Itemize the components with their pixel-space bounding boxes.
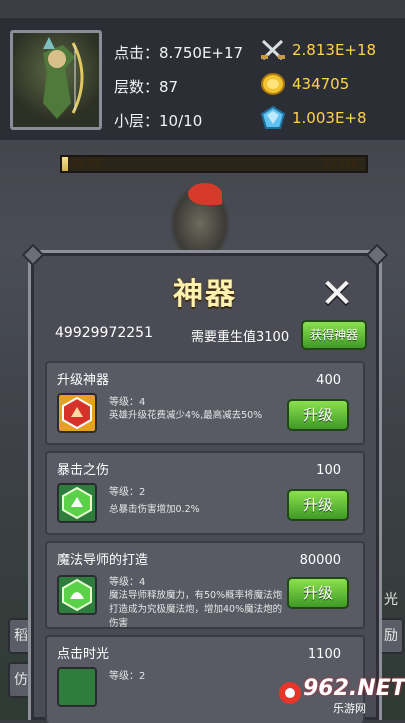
upgrade-button[interactable]: 升级 bbox=[287, 399, 349, 431]
card-cost: 1100 bbox=[307, 647, 341, 662]
archer-hero-icon bbox=[43, 37, 84, 119]
crossed-swords-icon bbox=[261, 39, 285, 61]
corner-ornament bbox=[365, 243, 389, 267]
watermark-text: 962.NET bbox=[303, 676, 405, 701]
layer-label: 层数： bbox=[114, 78, 160, 96]
upgrade-button[interactable]: 升级 bbox=[287, 489, 349, 521]
sublayer-stat: 小层：10/10 bbox=[114, 110, 202, 131]
card-cost: 400 bbox=[316, 373, 341, 388]
layer-value: 87 bbox=[159, 78, 179, 96]
close-icon[interactable]: ✕ bbox=[319, 274, 355, 314]
gold-resource: 434705 bbox=[260, 72, 349, 96]
get-artifact-button[interactable]: 获得神器 bbox=[301, 320, 367, 350]
upgrade-button[interactable]: 升级 bbox=[287, 577, 349, 609]
rebirth-points: 49929972251 bbox=[55, 325, 153, 341]
sublayer-value: 10/10 bbox=[159, 112, 203, 130]
artifact-card: 魔法导师的打造 80000 等级：4 魔法导师释放魔力，有50%概率将魔法炮打造… bbox=[45, 541, 365, 629]
click-time-icon bbox=[57, 667, 97, 707]
boss-progress-fill bbox=[62, 157, 69, 171]
artifact-dialog: 神器 ✕ 49929972251 需要重生值3100 获得神器 升级神器 400… bbox=[21, 243, 389, 723]
layer-stat: 层数：87 bbox=[114, 76, 178, 97]
card-title: 点击时光 bbox=[57, 647, 110, 662]
watermark-logo-icon bbox=[279, 682, 301, 704]
card-cost: 80000 bbox=[299, 553, 341, 568]
click-damage-stat: 点击：8.750E+17 bbox=[114, 42, 243, 63]
card-title: 魔法导师的打造 bbox=[57, 553, 149, 568]
gold-value: 434705 bbox=[292, 75, 350, 93]
card-description: 魔法导师释放魔力，有50%概率将魔法炮打造成为究极魔法炮，增加40%魔法炮的伤害 bbox=[109, 590, 283, 629]
hero-portrait[interactable] bbox=[10, 30, 102, 130]
upgrade-artifact-icon bbox=[57, 393, 97, 433]
attack-value: 2.813E+18 bbox=[292, 41, 377, 59]
card-description: 总暴击伤害增加0.2% bbox=[109, 504, 200, 515]
card-level: 等级：4 bbox=[109, 397, 146, 408]
critical-strike-icon bbox=[57, 483, 97, 523]
click-label: 点击： bbox=[114, 44, 160, 62]
corner-ornament bbox=[21, 243, 45, 267]
magic-forge-icon bbox=[57, 575, 97, 615]
knight-plume-icon bbox=[188, 183, 222, 205]
sublayer-label: 小层： bbox=[114, 112, 160, 130]
stats-panel: 点击：8.750E+17 层数：87 小层：10/10 2.813E+18 43… bbox=[0, 18, 405, 140]
rebirth-requirement: 需要重生值3100 bbox=[191, 330, 290, 345]
click-value: 8.750E+17 bbox=[159, 44, 244, 62]
gold-coin-icon bbox=[261, 73, 285, 95]
site-watermark: 962.NET 乐游网 bbox=[277, 676, 405, 715]
card-level: 等级：2 bbox=[109, 487, 146, 498]
card-title: 暴击之伤 bbox=[57, 463, 110, 478]
artifact-card: 升级神器 400 等级：4 英雄升级花费减少4%,最高减去50% 升级 bbox=[45, 361, 365, 445]
card-description: 英雄升级花费减少4%,最高减去50% bbox=[109, 410, 263, 421]
watermark-subtext: 乐游网 bbox=[333, 702, 366, 715]
card-title: 升级神器 bbox=[57, 373, 110, 388]
blue-gem-icon bbox=[260, 106, 286, 129]
boss-bar-right-value: 22338 bbox=[323, 157, 358, 170]
attack-resource: 2.813E+18 bbox=[260, 38, 376, 62]
card-cost: 100 bbox=[316, 463, 341, 478]
gem-resource: 1.003E+8 bbox=[260, 106, 367, 130]
card-level: 等级：2 bbox=[109, 671, 146, 682]
gem-value: 1.003E+8 bbox=[292, 109, 367, 127]
boss-progress-bar: 29.95 22338 bbox=[60, 155, 368, 173]
card-level: 等级：4 bbox=[109, 577, 146, 588]
boss-bar-left-value: 29.95 bbox=[70, 157, 102, 170]
artifact-card: 暴击之伤 100 等级：2 总暴击伤害增加0.2% 升级 bbox=[45, 451, 365, 535]
